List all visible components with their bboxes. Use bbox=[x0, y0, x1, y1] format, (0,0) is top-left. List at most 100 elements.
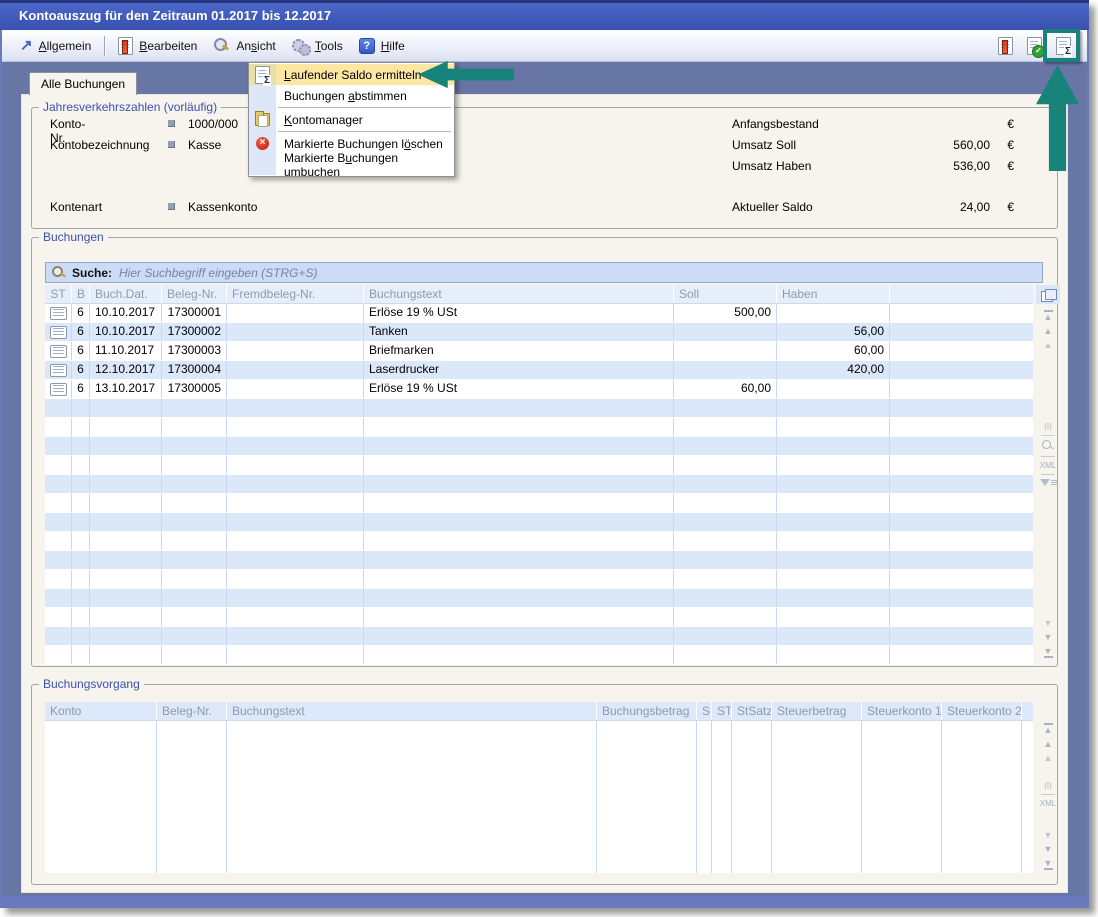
delete-icon: × bbox=[256, 137, 269, 150]
st-cell[interactable] bbox=[45, 361, 72, 379]
menu-tools-label: Tools bbox=[315, 39, 343, 53]
empty-table-row[interactable] bbox=[45, 570, 1033, 589]
empty-table-row[interactable] bbox=[45, 513, 1033, 532]
xml-export-button[interactable]: XML bbox=[1040, 799, 1056, 808]
col-buchdat[interactable]: Buch.Dat. bbox=[90, 285, 162, 303]
currency-symbol: € bbox=[1007, 200, 1014, 214]
st-cell[interactable] bbox=[45, 342, 72, 360]
currency-symbol: € bbox=[1007, 159, 1014, 173]
empty-table-row[interactable] bbox=[45, 627, 1033, 646]
col-konto[interactable]: Konto bbox=[45, 702, 157, 720]
scroll-to-top-button[interactable]: ▲ bbox=[1044, 310, 1053, 322]
scroll-to-bottom-button[interactable]: ▼ bbox=[1044, 859, 1053, 871]
menu-item-kontomanager[interactable]: Kontomanager bbox=[249, 109, 454, 130]
st-cell[interactable] bbox=[45, 304, 72, 322]
empty-table-row[interactable] bbox=[45, 418, 1033, 437]
window-content: Alle Buchungen Jahresverkehrszahlen (vor… bbox=[2, 62, 1087, 896]
col-s[interactable]: S bbox=[697, 702, 712, 720]
empty-table-row[interactable] bbox=[45, 589, 1033, 608]
scroll-down-page-button[interactable]: ▼ bbox=[1044, 831, 1053, 840]
xml-export-button[interactable]: XML bbox=[1040, 461, 1056, 470]
table-row[interactable]: 6 10.10.2017 17300001 Erlöse 19 % USt 50… bbox=[45, 304, 1033, 323]
booking-grid-icon bbox=[50, 364, 67, 377]
edit-document-icon[interactable] bbox=[998, 37, 1013, 55]
magnifier-document-icon bbox=[213, 38, 230, 54]
col-b[interactable]: B bbox=[72, 285, 90, 303]
tools-dropdown-menu: Laufender Saldo ermitteln Buchungen abst… bbox=[248, 62, 455, 177]
scroll-up-button[interactable]: ▲ bbox=[1044, 740, 1053, 749]
menu-separator bbox=[104, 36, 105, 56]
search-placeholder: Hier Suchbegriff eingeben (STRG+S) bbox=[119, 266, 317, 280]
col-st[interactable]: ST bbox=[712, 702, 732, 720]
menu-ansicht[interactable]: Ansicht bbox=[205, 35, 283, 57]
empty-table-row[interactable] bbox=[45, 646, 1033, 665]
total-umsatz-soll: Umsatz Soll 560,00 € bbox=[732, 138, 1032, 153]
scroll-down-page-button[interactable]: ▼ bbox=[1044, 619, 1053, 628]
groupbox-jahresverkehrszahlen: Jahresverkehrszahlen (vorläufig) Konto-N… bbox=[31, 107, 1058, 229]
bv-side-toolbar: ▲ ▲ ▲ (I) XML ▼ ▼ ▼ bbox=[1036, 721, 1060, 873]
table-row[interactable]: 6 12.10.2017 17300004 Laserdrucker 420,0… bbox=[45, 361, 1033, 380]
menu-item-buchungen-umbuchen[interactable]: Markierte Buchungen umbuchen bbox=[249, 154, 454, 175]
window-title: Kontoauszug für den Zeitraum 01.2017 bis… bbox=[19, 8, 331, 23]
col-belegnr[interactable]: Beleg-Nr. bbox=[162, 285, 227, 303]
document-check-icon[interactable] bbox=[1027, 37, 1042, 55]
col-soll[interactable]: Soll bbox=[674, 285, 777, 303]
scroll-up-button[interactable]: ▲ bbox=[1044, 327, 1053, 336]
scroll-to-bottom-button[interactable]: ▼ bbox=[1044, 647, 1053, 659]
currency-symbol: € bbox=[1007, 117, 1014, 131]
total-value: 560,00 bbox=[870, 138, 990, 152]
scroll-down-button[interactable]: ▼ bbox=[1044, 845, 1053, 854]
empty-table-row[interactable] bbox=[45, 532, 1033, 551]
empty-table-row[interactable] bbox=[45, 494, 1033, 513]
col-haben[interactable]: Haben bbox=[777, 285, 890, 303]
col-fremdbelegnr[interactable]: Fremdbeleg-Nr. bbox=[227, 285, 364, 303]
search-input[interactable]: Suche: Hier Suchbegriff eingeben (STRG+S… bbox=[45, 262, 1043, 283]
col-belegnr[interactable]: Beleg-Nr. bbox=[157, 702, 227, 720]
menu-bearbeiten[interactable]: Bearbeiten bbox=[110, 34, 205, 58]
st-cell[interactable] bbox=[45, 380, 72, 398]
scroll-up-page-button[interactable]: ▲ bbox=[1044, 754, 1053, 763]
bullet-icon bbox=[168, 203, 175, 210]
col-filler bbox=[1022, 702, 1033, 720]
tab-alle-buchungen[interactable]: Alle Buchungen bbox=[29, 72, 137, 95]
scroll-down-button[interactable]: ▼ bbox=[1044, 633, 1053, 642]
groupbox-legend: Buchungen bbox=[39, 230, 108, 244]
group-button[interactable]: (I) bbox=[1044, 781, 1052, 790]
total-value: 536,00 bbox=[870, 159, 990, 173]
bv-table-body[interactable] bbox=[45, 721, 1033, 873]
empty-table-row[interactable] bbox=[45, 399, 1033, 418]
empty-table-row[interactable] bbox=[45, 456, 1033, 475]
col-stsatz[interactable]: StSatz bbox=[732, 702, 772, 720]
col-buchungstext[interactable]: Buchungstext bbox=[364, 285, 674, 303]
booking-grid-icon bbox=[50, 383, 67, 396]
empty-table-row[interactable] bbox=[45, 608, 1033, 627]
st-cell[interactable] bbox=[45, 323, 72, 341]
scroll-up-page-button[interactable]: ▲ bbox=[1044, 341, 1053, 350]
col-buchungsbetrag[interactable]: Buchungsbetrag bbox=[597, 702, 697, 720]
column-picker-button[interactable] bbox=[1036, 285, 1060, 304]
scroll-to-top-button[interactable]: ▲ bbox=[1044, 723, 1053, 735]
col-steuerbetrag[interactable]: Steuerbetrag bbox=[772, 702, 862, 720]
bullet-icon bbox=[168, 141, 175, 148]
menu-item-buchungen-abstimmen[interactable]: Buchungen abstimmen bbox=[249, 85, 454, 106]
table-row[interactable]: 6 11.10.2017 17300003 Briefmarken 60,00 bbox=[45, 342, 1033, 361]
col-st[interactable]: ST bbox=[45, 285, 72, 303]
menu-allgemein[interactable]: ↗ Allgemein bbox=[12, 36, 99, 56]
gears-icon bbox=[292, 38, 309, 54]
empty-table-row[interactable] bbox=[45, 437, 1033, 456]
group-button[interactable]: (I) bbox=[1044, 422, 1052, 431]
col-steuerkonto-1[interactable]: Steuerkonto 1 bbox=[862, 702, 942, 720]
bv-table-header: Konto Beleg-Nr. Buchungstext Buchungsbet… bbox=[45, 702, 1033, 721]
menu-separator bbox=[249, 130, 454, 133]
col-steuerkonto-2[interactable]: Steuerkonto 2 bbox=[942, 702, 1022, 720]
empty-table-row[interactable] bbox=[45, 551, 1033, 570]
menu-hilfe[interactable]: ? Hilfe bbox=[351, 35, 413, 57]
table-row[interactable]: 6 10.10.2017 17300002 Tanken 56,00 bbox=[45, 323, 1033, 342]
search-zoom-button[interactable] bbox=[1042, 440, 1054, 452]
table-row[interactable]: 6 13.10.2017 17300005 Erlöse 19 % USt 60… bbox=[45, 380, 1033, 399]
col-buchungstext[interactable]: Buchungstext bbox=[227, 702, 597, 720]
empty-table-row[interactable] bbox=[45, 475, 1033, 494]
filter-button[interactable] bbox=[1040, 479, 1057, 486]
menu-tools[interactable]: Tools bbox=[284, 35, 351, 57]
total-anfangsbestand: Anfangsbestand € bbox=[732, 117, 1032, 132]
